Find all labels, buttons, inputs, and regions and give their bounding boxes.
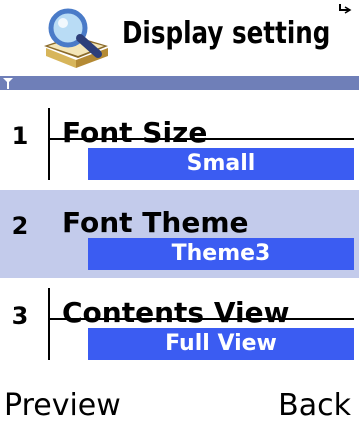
- horizontal-divider: [48, 318, 354, 320]
- status-bar: [0, 76, 359, 90]
- header: Display setting: [0, 0, 359, 76]
- item-label: Font Theme: [62, 206, 249, 239]
- back-softkey[interactable]: Back: [278, 388, 351, 423]
- item-number: 3: [11, 302, 29, 330]
- setting-contents-view[interactable]: 3 Contents View Full View: [0, 280, 359, 368]
- horizontal-divider: [48, 138, 354, 140]
- magnifier-book-icon: [44, 8, 108, 68]
- item-label: Font Size: [62, 116, 208, 149]
- vertical-divider: [48, 288, 50, 360]
- preview-softkey[interactable]: Preview: [4, 388, 121, 423]
- item-label: Contents View: [62, 296, 290, 329]
- setting-font-size[interactable]: 1 Font Size Small: [0, 100, 359, 188]
- item-number: 1: [11, 122, 29, 150]
- contents-view-value[interactable]: Full View: [88, 328, 354, 360]
- page-title: Display setting: [122, 16, 331, 51]
- vertical-divider: [48, 108, 50, 180]
- font-theme-value[interactable]: Theme3: [88, 238, 354, 270]
- setting-font-theme[interactable]: 2 Font Theme Theme3: [0, 190, 359, 278]
- softkey-bar: Preview Back: [0, 388, 359, 428]
- font-size-value[interactable]: Small: [88, 148, 354, 180]
- connection-icon: [339, 4, 352, 14]
- item-number: 2: [11, 212, 29, 240]
- signal-antenna-icon: [3, 78, 13, 89]
